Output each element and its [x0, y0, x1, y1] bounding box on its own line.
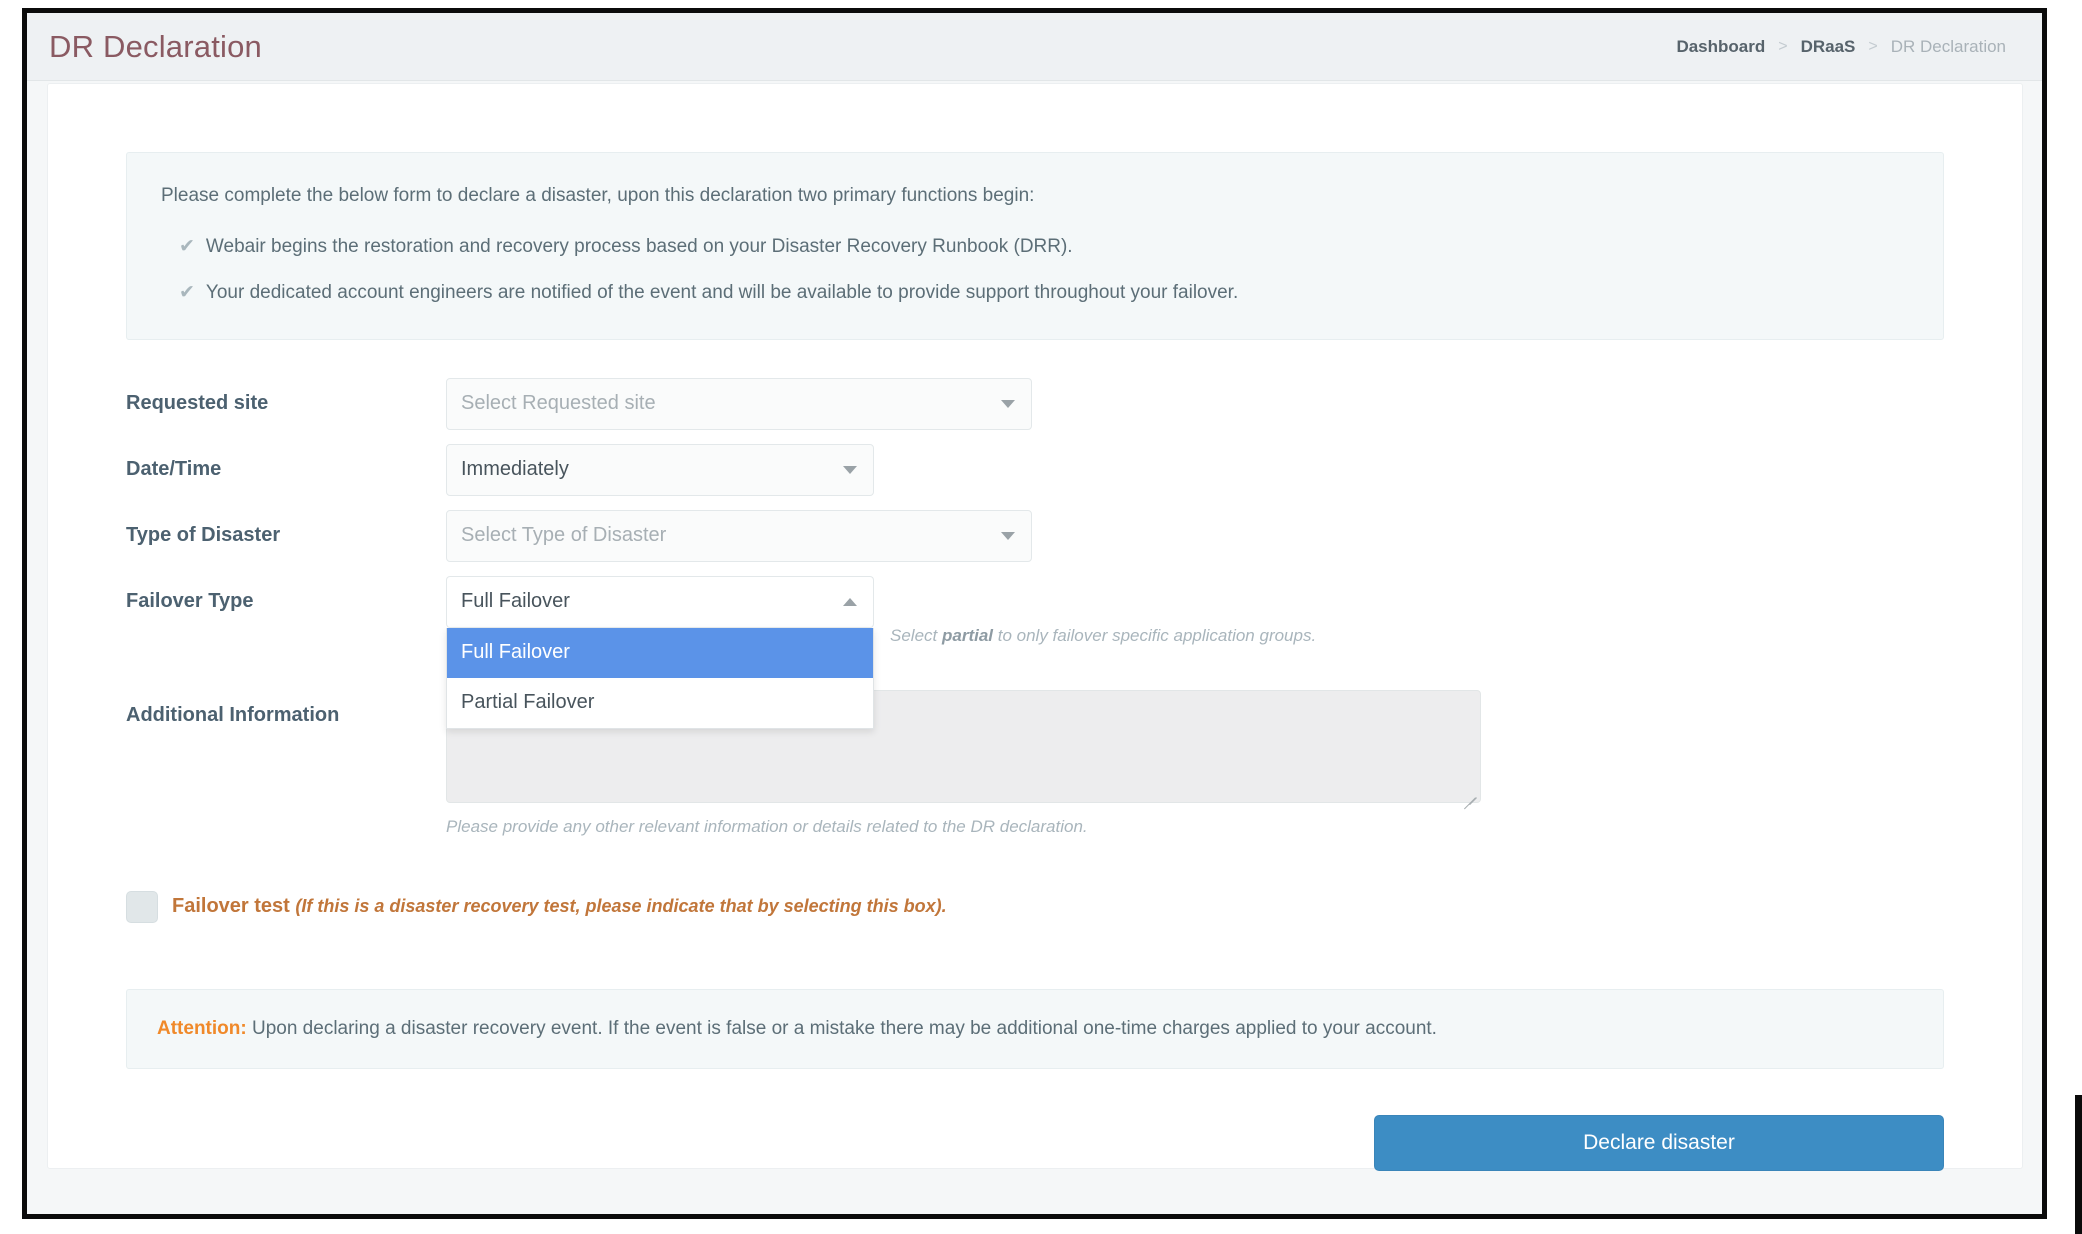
submit-row: Declare disaster: [126, 1115, 1944, 1172]
control-area-type-of-disaster: Select Type of Disaster: [446, 509, 1944, 562]
dropdown-option-full-failover[interactable]: Full Failover: [447, 627, 873, 678]
label-additional-information: Additional Information: [126, 703, 340, 726]
info-panel: Please complete the below form to declar…: [126, 152, 1944, 340]
select-failover-type-wrapper: Full Failover Full Failover Partial Fail…: [446, 575, 874, 729]
select-requested-site-placeholder: Select Requested site: [461, 392, 656, 415]
attention-banner: Attention: Upon declaring a disaster rec…: [126, 988, 1944, 1070]
breadcrumb: Dashboard > DRaaS > DR Declaration: [1676, 37, 2006, 57]
info-panel-lead: Please complete the below form to declar…: [161, 185, 1035, 206]
breadcrumb-separator: >: [1868, 37, 1878, 55]
info-panel-item-text: Webair begins the restoration and recove…: [205, 235, 1073, 257]
info-panel-item: ✔ Webair begins the restoration and reco…: [161, 234, 1909, 261]
checkbox-failover-test[interactable]: [126, 890, 158, 923]
select-failover-type-value: Full Failover: [461, 590, 570, 613]
failover-test-title: Failover test: [172, 895, 290, 918]
failover-test-row: Failover test (If this is a disaster rec…: [126, 890, 1944, 923]
check-icon: ✔: [179, 282, 195, 304]
breadcrumb-item-draas[interactable]: DRaaS: [1801, 37, 1856, 57]
content-card: Please complete the below form to declar…: [47, 83, 2023, 1172]
label-type-of-disaster: Type of Disaster: [126, 523, 281, 546]
failover-test-note: (If this is a disaster recovery test, pl…: [295, 896, 947, 917]
dropdown-menu-failover-type: Full Failover Partial Failover: [446, 627, 874, 729]
chevron-up-icon: [843, 597, 857, 606]
form-row-type-of-disaster: Type of Disaster Select Type of Disaster: [126, 509, 1944, 562]
attention-label: Attention:: [157, 1017, 247, 1039]
select-date-time[interactable]: Immediately: [446, 443, 874, 496]
resize-handle-icon[interactable]: [1459, 782, 1477, 810]
control-area-failover-type: Full Failover Full Failover Partial Fail…: [446, 575, 1944, 729]
dropdown-option-partial-failover[interactable]: Partial Failover: [447, 678, 873, 728]
form-container: Please complete the below form to declar…: [48, 84, 2022, 1172]
label-failover-test: Failover test (If this is a disaster rec…: [172, 895, 947, 918]
browser-frame: DR Declaration Dashboard > DRaaS > DR De…: [22, 8, 2047, 1219]
helper-text-failover-type: Select partial to only failover specific…: [890, 624, 1650, 648]
label-date-time: Date/Time: [126, 457, 222, 480]
page-header: DR Declaration Dashboard > DRaaS > DR De…: [27, 13, 2042, 81]
info-panel-item-text: Your dedicated account engineers are not…: [205, 282, 1239, 304]
chevron-down-icon: [843, 465, 857, 474]
chevron-down-icon: [1001, 531, 1015, 540]
label-failover-type: Failover Type: [126, 589, 254, 612]
form-row-additional-information: Additional Information Please provide an…: [126, 689, 1944, 839]
form-row-requested-site: Requested site Select Requested site: [126, 377, 1944, 430]
helper-text-additional-information: Please provide any other relevant inform…: [446, 816, 1088, 836]
info-panel-item: ✔ Your dedicated account engineers are n…: [161, 280, 1909, 307]
select-type-of-disaster[interactable]: Select Type of Disaster: [446, 509, 1032, 562]
attention-text: Upon declaring a disaster recovery event…: [246, 1017, 1437, 1039]
declare-disaster-button[interactable]: Declare disaster: [1374, 1115, 1944, 1172]
form-row-date-time: Date/Time Immediately: [126, 443, 1944, 496]
chevron-down-icon: [1001, 399, 1015, 408]
screenshot-root: DR Declaration Dashboard > DRaaS > DR De…: [0, 0, 2082, 1234]
control-area-date-time: Immediately: [446, 443, 1944, 496]
check-icon: ✔: [179, 235, 195, 257]
breadcrumb-item-dashboard[interactable]: Dashboard: [1676, 37, 1765, 57]
page-title: DR Declaration: [49, 29, 262, 64]
select-date-time-value: Immediately: [461, 458, 569, 481]
page-background: DR Declaration Dashboard > DRaaS > DR De…: [27, 13, 2042, 1214]
select-type-of-disaster-placeholder: Select Type of Disaster: [461, 524, 667, 547]
edge-marker: [2075, 1095, 2082, 1234]
select-failover-type[interactable]: Full Failover: [446, 575, 874, 628]
label-requested-site: Requested site: [126, 391, 269, 414]
helper-prefix: Select: [890, 625, 942, 645]
breadcrumb-item-current: DR Declaration: [1890, 36, 2006, 56]
helper-suffix: to only failover specific application gr…: [993, 625, 1317, 645]
helper-bold-partial: partial: [941, 625, 994, 645]
control-area-requested-site: Select Requested site: [446, 377, 1944, 430]
select-requested-site[interactable]: Select Requested site: [446, 377, 1032, 430]
breadcrumb-separator: >: [1778, 37, 1788, 55]
form-row-failover-type: Failover Type Full Failover Full Failove…: [126, 575, 1944, 729]
